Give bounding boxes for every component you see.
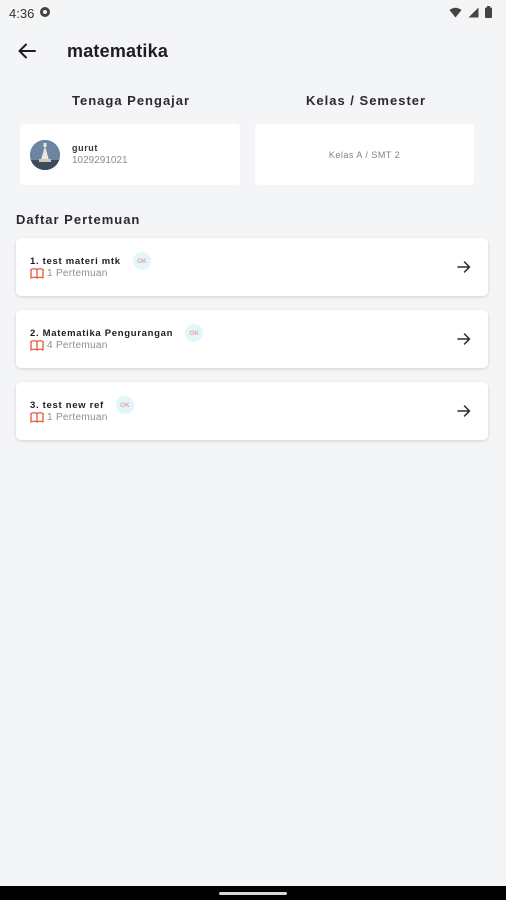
status-time: 4:36 [9, 5, 35, 21]
system-nav-bar [0, 886, 506, 900]
teacher-section-label: Tenaga Pengajar [72, 93, 191, 108]
meeting-count: 1 Pertemuan [47, 268, 108, 279]
teacher-card: gurut 1029291021 [20, 124, 240, 185]
status-right [449, 5, 492, 21]
page-title: matematika [67, 40, 169, 61]
signal-icon [468, 6, 479, 21]
teacher-id: 1029291021 [72, 155, 128, 166]
teacher-info: gurut 1029291021 [72, 143, 128, 166]
class-semester-value: Kelas A / SMT 2 [328, 149, 401, 160]
meeting-title: 2. Matematika Pengurangan [30, 327, 174, 339]
home-indicator[interactable] [219, 891, 287, 895]
meeting-card-3[interactable]: 3. test new ref OK 1 Pertemuan [16, 382, 488, 440]
arrow-right-icon [457, 333, 471, 345]
class-section-label: Kelas / Semester [306, 93, 427, 108]
teacher-name: gurut [72, 143, 98, 153]
meeting-sub-row: 1 Pertemuan [30, 412, 108, 423]
book-icon [30, 268, 44, 279]
status-badge: OK [132, 252, 151, 270]
status-bar: 4:36 [0, 0, 506, 26]
meeting-title: 3. test new ref [30, 399, 104, 411]
meetings-section-label: Daftar Pertemuan [16, 212, 141, 227]
avatar [30, 139, 60, 170]
open-meeting-button[interactable] [454, 257, 474, 277]
arrow-right-icon [457, 261, 471, 273]
meeting-count: 1 Pertemuan [47, 412, 108, 423]
app-bar: matematika [0, 30, 506, 72]
status-badge: OK [115, 396, 134, 414]
book-icon [30, 412, 44, 423]
meeting-card-1[interactable]: 1. test materi mtk OK 1 Pertemuan [16, 238, 488, 296]
meeting-card-2[interactable]: 2. Matematika Pengurangan OK 4 Pertemuan [16, 310, 488, 368]
meeting-count: 4 Pertemuan [47, 340, 108, 351]
meeting-title: 1. test materi mtk [30, 255, 121, 267]
class-card: Kelas A / SMT 2 [255, 124, 474, 185]
meeting-sub-row: 1 Pertemuan [30, 268, 108, 279]
arrow-right-icon [457, 405, 471, 417]
meeting-sub-row: 4 Pertemuan [30, 340, 108, 351]
notification-icon [39, 6, 51, 21]
status-left: 4:36 [9, 6, 51, 21]
book-icon [30, 340, 44, 351]
battery-icon [485, 5, 492, 21]
status-badge: OK [185, 324, 204, 342]
wifi-icon [449, 6, 462, 21]
back-button[interactable] [7, 31, 47, 71]
arrow-left-icon [18, 43, 36, 59]
open-meeting-button[interactable] [454, 329, 474, 349]
open-meeting-button[interactable] [454, 401, 474, 421]
